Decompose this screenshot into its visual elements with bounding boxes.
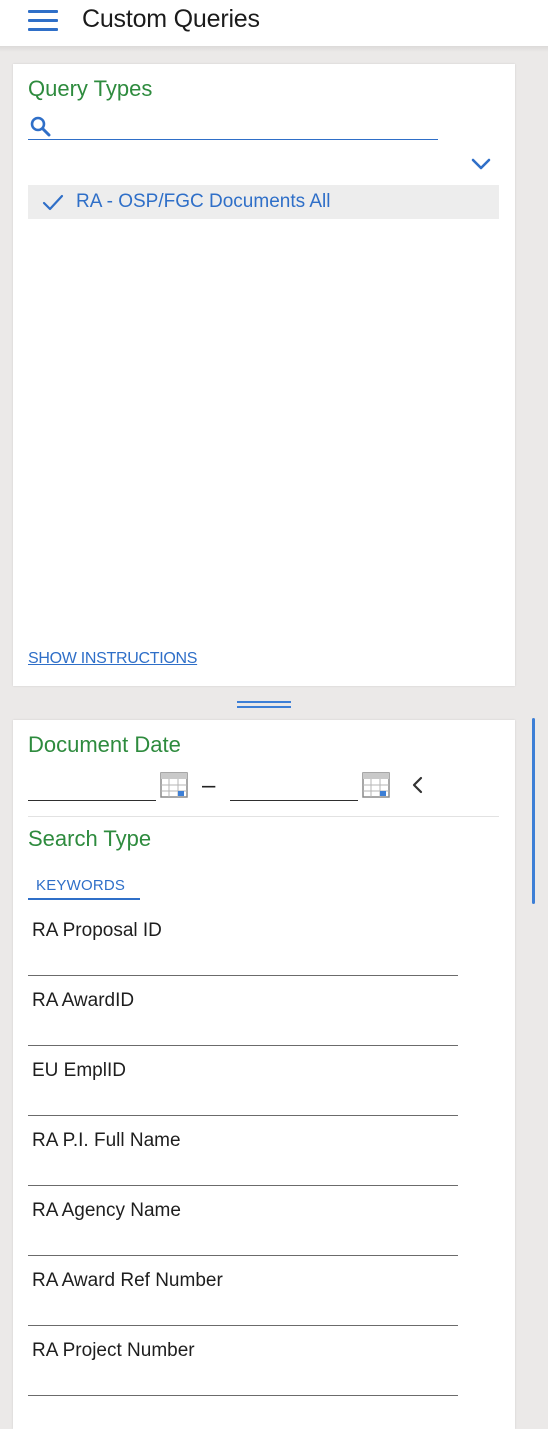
query-types-panel: Query Types RA - OSP/FGC Documents All S… (13, 64, 515, 686)
query-types-title: Query Types (28, 76, 153, 101)
field-label: EU EmplID (32, 1060, 126, 1081)
scrollbar-thumb[interactable] (532, 718, 535, 904)
field-label: RA Proposal ID (32, 920, 162, 941)
eu-emplid-input[interactable] (28, 1088, 462, 1116)
tab-keywords[interactable]: KEYWORDS (28, 875, 140, 901)
tab-keywords-label: KEYWORDS (36, 877, 126, 894)
chevron-left-icon[interactable] (410, 775, 424, 795)
ra-proposal-id-input[interactable] (28, 948, 462, 976)
field-underline (28, 1185, 458, 1186)
panel-resize-handle[interactable] (237, 701, 291, 709)
field-underline (28, 975, 458, 976)
ra-pi-full-name-input[interactable] (28, 1158, 462, 1186)
ra-agency-name-input[interactable] (28, 1228, 462, 1256)
field-ra-award-id: RA AwardID (28, 990, 462, 1060)
date-to-input[interactable] (230, 770, 362, 802)
app-header: Custom Queries (0, 0, 548, 48)
field-ra-award-ref-number: RA Award Ref Number (28, 1270, 462, 1340)
field-ra-pi-full-name: RA P.I. Full Name (28, 1130, 462, 1200)
date-to-underline (230, 800, 358, 801)
field-label: RA Agency Name (32, 1200, 181, 1221)
field-underline (28, 1115, 458, 1116)
search-underline (28, 139, 438, 140)
field-label: RA Project Number (32, 1340, 195, 1361)
date-range-separator: – (202, 772, 216, 799)
date-from-input[interactable] (28, 770, 160, 802)
checkmark-icon (42, 194, 64, 211)
show-instructions-link[interactable]: SHOW INSTRUCTIONS (28, 650, 197, 668)
field-label: RA Award Ref Number (32, 1270, 223, 1291)
hamburger-menu-icon[interactable] (28, 10, 58, 32)
search-icon[interactable] (29, 116, 55, 138)
document-date-title: Document Date (28, 732, 181, 757)
field-underline (28, 1395, 458, 1396)
section-divider (28, 816, 499, 817)
header-shadow (0, 46, 548, 52)
query-type-item-ra-osp-fgc-documents-all[interactable]: RA - OSP/FGC Documents All (28, 185, 499, 219)
search-criteria-panel: Document Date – Search Type KEYWORDS RA … (13, 720, 515, 1429)
ra-award-ref-number-input[interactable] (28, 1298, 462, 1326)
field-label: RA P.I. Full Name (32, 1130, 181, 1151)
page-title: Custom Queries (82, 5, 260, 33)
field-underline (28, 1255, 458, 1256)
field-label: RA AwardID (32, 990, 135, 1011)
field-ra-project-number: RA Project Number (28, 1340, 462, 1410)
field-eu-emplid: EU EmplID (28, 1060, 462, 1130)
query-type-search-input[interactable] (59, 114, 439, 140)
date-from-underline (28, 800, 156, 801)
calendar-icon[interactable] (362, 772, 390, 798)
query-type-label: RA - OSP/FGC Documents All (76, 191, 331, 212)
field-underline (28, 1045, 458, 1046)
field-ra-agency-name: RA Agency Name (28, 1200, 462, 1270)
ra-award-id-input[interactable] (28, 1018, 462, 1046)
active-tab-indicator (28, 898, 140, 900)
calendar-icon[interactable] (160, 772, 188, 798)
search-type-title: Search Type (28, 826, 152, 851)
field-underline (28, 1325, 458, 1326)
ra-project-number-input[interactable] (28, 1368, 462, 1396)
field-ra-proposal-id: RA Proposal ID (28, 920, 462, 990)
chevron-down-icon[interactable] (470, 156, 492, 172)
